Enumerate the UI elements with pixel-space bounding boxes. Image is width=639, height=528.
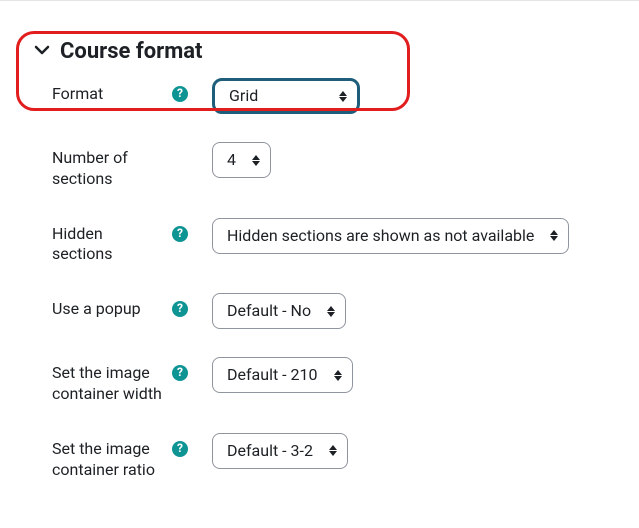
section-toggle-course-format[interactable]: Course format <box>0 31 639 70</box>
row-image-ratio: Set the image container ratio ? Default … <box>52 419 619 495</box>
select-value: Default - 210 <box>227 367 318 383</box>
label-format: Format ? <box>52 78 188 105</box>
label-image-width: Set the image container width ? <box>52 357 188 405</box>
settings-page: Course format Format ? Grid Number of se… <box>0 0 639 528</box>
select-value: Default - No <box>227 303 311 319</box>
select-hidden-sections[interactable]: Hidden sections are shown as not availab… <box>212 218 569 254</box>
label-text: Set the image container ratio <box>52 439 164 481</box>
sort-icon <box>329 445 337 456</box>
label-text: Hidden sections <box>52 224 164 266</box>
help-icon[interactable]: ? <box>172 301 188 317</box>
label-text: Set the image container width <box>52 363 164 405</box>
label-image-ratio: Set the image container ratio ? <box>52 433 188 481</box>
label-text: Format <box>52 84 164 105</box>
select-use-popup[interactable]: Default - No <box>212 293 346 329</box>
sort-icon <box>252 155 260 166</box>
help-icon[interactable]: ? <box>172 86 188 102</box>
select-image-ratio[interactable]: Default - 3-2 <box>212 433 348 469</box>
sort-icon <box>550 230 558 241</box>
sort-icon <box>334 370 342 381</box>
help-icon[interactable]: ? <box>172 441 188 457</box>
sort-icon <box>339 91 347 102</box>
label-use-popup: Use a popup ? <box>52 293 188 320</box>
select-value: Hidden sections are shown as not availab… <box>227 228 534 244</box>
row-hidden-sections: Hidden sections ? Hidden sections are sh… <box>52 204 619 280</box>
label-text: Use a popup <box>52 299 164 320</box>
select-image-width[interactable]: Default - 210 <box>212 357 353 393</box>
select-value: Default - 3-2 <box>227 443 313 459</box>
select-num-sections[interactable]: 4 <box>212 142 271 178</box>
select-value: Grid <box>229 88 258 104</box>
select-value: 4 <box>227 152 236 168</box>
label-text: Number of sections <box>52 148 164 190</box>
help-icon[interactable]: ? <box>172 365 188 381</box>
section-title: Course format <box>60 39 202 64</box>
chevron-down-icon <box>34 42 50 62</box>
label-num-sections: Number of sections <box>52 142 188 190</box>
label-hidden-sections: Hidden sections ? <box>52 218 188 266</box>
sort-icon <box>327 306 335 317</box>
select-format[interactable]: Grid <box>212 78 360 114</box>
form-rows: Format ? Grid Number of sections 4 <box>0 70 639 494</box>
row-format: Format ? Grid <box>52 70 619 128</box>
help-icon[interactable]: ? <box>172 226 188 242</box>
row-image-width: Set the image container width ? Default … <box>52 343 619 419</box>
row-num-sections: Number of sections 4 <box>52 128 619 204</box>
row-use-popup: Use a popup ? Default - No <box>52 279 619 343</box>
